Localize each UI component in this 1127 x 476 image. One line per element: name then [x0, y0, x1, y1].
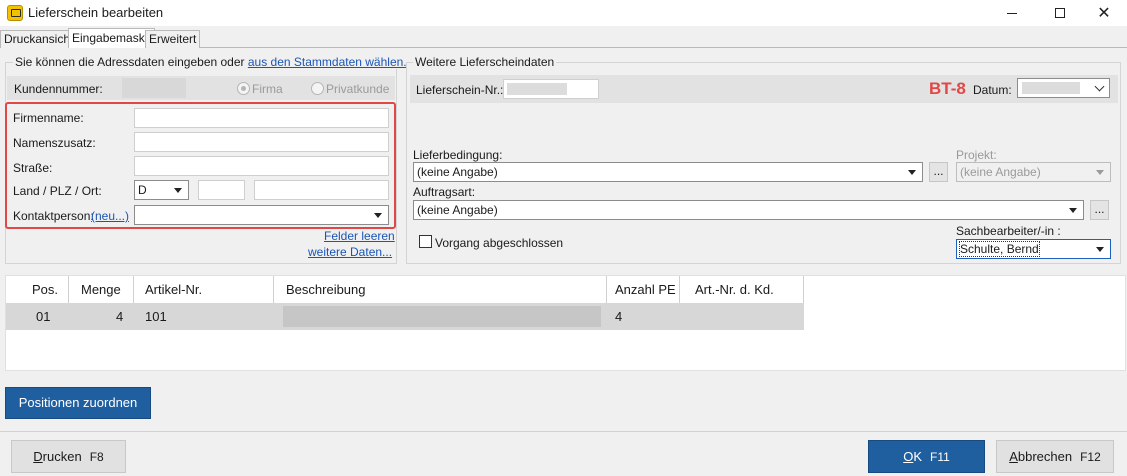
annotation-label-bt8: BT-8 [929, 79, 966, 98]
delivery-terms-select[interactable]: (keine Angabe) [413, 162, 923, 182]
clear-fields-link[interactable]: Felder leeren [324, 229, 395, 243]
process-closed-label: Vorgang abgeschlossen [435, 236, 564, 250]
choose-from-master-data-link[interactable]: aus den Stammdaten wählen... [248, 55, 413, 69]
column-separator [273, 276, 274, 303]
column-separator [606, 276, 607, 303]
maximize-icon [1055, 8, 1065, 18]
country-select[interactable]: D [134, 180, 189, 200]
street-label: Straße: [13, 161, 53, 175]
delivery-group-title: Weitere Lieferscheindaten [413, 55, 557, 69]
country-zip-city-label: Land / PLZ / Ort: [13, 184, 102, 198]
window-title: Lieferschein bearbeiten [28, 5, 164, 20]
process-closed-checkbox[interactable] [419, 235, 432, 248]
chevron-down-icon [1094, 81, 1105, 92]
column-header-units[interactable]: Anzahl PE [615, 276, 676, 303]
cell-quantity: 4 [116, 309, 124, 324]
maximize-button[interactable] [1037, 0, 1083, 26]
close-button[interactable]: ✕ [1081, 0, 1127, 26]
company-name-input[interactable] [134, 108, 389, 128]
column-header-description[interactable]: Beschreibung [286, 276, 366, 303]
positions-table: Pos. Menge Artikel-Nr. Beschreibung Anza… [5, 275, 1126, 371]
column-separator [679, 276, 680, 303]
cell-description [283, 306, 601, 327]
order-type-more-button[interactable]: ... [1090, 200, 1109, 220]
clerk-label: Sachbearbeiter/-in : [956, 224, 1061, 238]
tab-print-view[interactable]: Druckansicht [0, 30, 78, 48]
radio-private-label: Privatkunde [326, 82, 390, 96]
cell-units: 4 [615, 309, 623, 324]
company-name-label: Firmenname: [13, 111, 84, 125]
delivery-number-value [507, 83, 567, 95]
radio-private[interactable] [311, 82, 324, 95]
column-separator [68, 276, 69, 303]
chevron-down-icon [908, 170, 916, 175]
date-value [1022, 82, 1080, 94]
date-label: Datum: [973, 83, 1012, 97]
cell-pos: 01 [36, 309, 51, 324]
column-separator [133, 276, 134, 303]
clerk-select[interactable]: Schulte, Bernd [956, 239, 1111, 259]
project-select[interactable]: (keine Angabe) [956, 162, 1111, 182]
ok-button[interactable]: OK F11 [868, 440, 985, 473]
street-input[interactable] [134, 156, 389, 176]
name-suffix-label: Namenszusatz: [13, 136, 96, 150]
delivery-number-label: Lieferschein-Nr.: [416, 83, 504, 97]
delivery-terms-more-button[interactable]: ... [929, 162, 948, 182]
cancel-button[interactable]: Abbrechen F12 [996, 440, 1114, 473]
minimize-icon [1007, 13, 1017, 14]
chevron-down-icon [1096, 170, 1104, 175]
name-suffix-input[interactable] [134, 132, 389, 152]
customer-number-label: Kundennummer: [14, 82, 103, 96]
contact-person-select[interactable] [134, 205, 389, 225]
minimize-button[interactable] [989, 0, 1035, 26]
title-bar [0, 0, 1127, 26]
date-picker[interactable] [1017, 78, 1110, 98]
column-separator [803, 276, 804, 303]
column-header-customer-article-number[interactable]: Art.-Nr. d. Kd. [695, 276, 774, 303]
print-button[interactable]: Drucken F8 [11, 440, 126, 473]
tab-extended[interactable]: Erweitert [145, 30, 201, 48]
chevron-down-icon [1069, 208, 1077, 213]
cell-article-number: 101 [145, 309, 167, 324]
delivery-number-input[interactable] [503, 79, 599, 99]
column-header-article-number[interactable]: Artikel-Nr. [145, 276, 202, 303]
assign-positions-button[interactable]: Positionen zuordnen [5, 387, 151, 419]
contact-person-label: Kontaktperson: [13, 209, 94, 223]
city-input[interactable] [254, 180, 389, 200]
close-icon: ✕ [1097, 5, 1111, 22]
customer-number-field[interactable] [122, 78, 186, 98]
chevron-down-icon [374, 213, 382, 218]
footer-separator [0, 431, 1127, 432]
chevron-down-icon [174, 188, 182, 193]
order-type-label: Auftragsart: [413, 185, 476, 199]
radio-company-label: Firma [252, 82, 283, 96]
chevron-down-icon [1096, 247, 1104, 252]
tab-input-mask[interactable]: Eingabemaske [68, 28, 156, 48]
project-label: Projekt: [956, 148, 997, 162]
column-header-quantity[interactable]: Menge [81, 276, 121, 303]
delivery-terms-label: Lieferbedingung: [413, 148, 503, 162]
address-intro: Sie können die Adressdaten eingeben oder… [13, 55, 416, 69]
order-type-select[interactable]: (keine Angabe) [413, 200, 1084, 220]
column-header-pos[interactable]: Pos. [32, 276, 58, 303]
new-contact-link[interactable]: (neu...) [91, 209, 129, 223]
radio-company[interactable] [237, 82, 250, 95]
zip-input[interactable] [198, 180, 245, 200]
app-icon [7, 5, 23, 21]
more-data-link[interactable]: weitere Daten... [308, 245, 392, 259]
